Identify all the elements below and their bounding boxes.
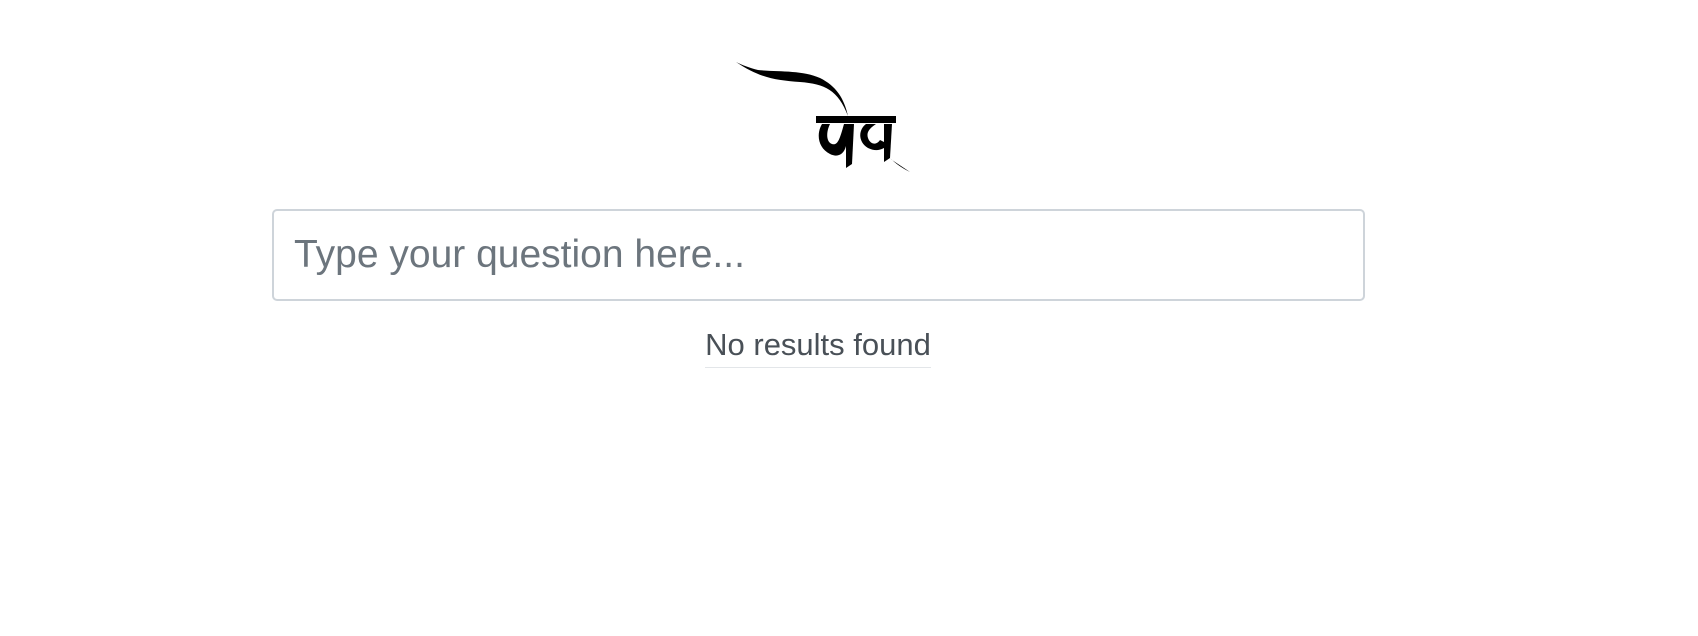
- results-area: No results found: [0, 325, 1636, 368]
- logo-graphic: [736, 62, 910, 172]
- page: No results found: [0, 0, 1698, 636]
- app-logo: [730, 58, 920, 180]
- search-container: [272, 209, 1365, 301]
- question-search-input[interactable]: [272, 209, 1365, 301]
- no-results-message: No results found: [705, 325, 931, 368]
